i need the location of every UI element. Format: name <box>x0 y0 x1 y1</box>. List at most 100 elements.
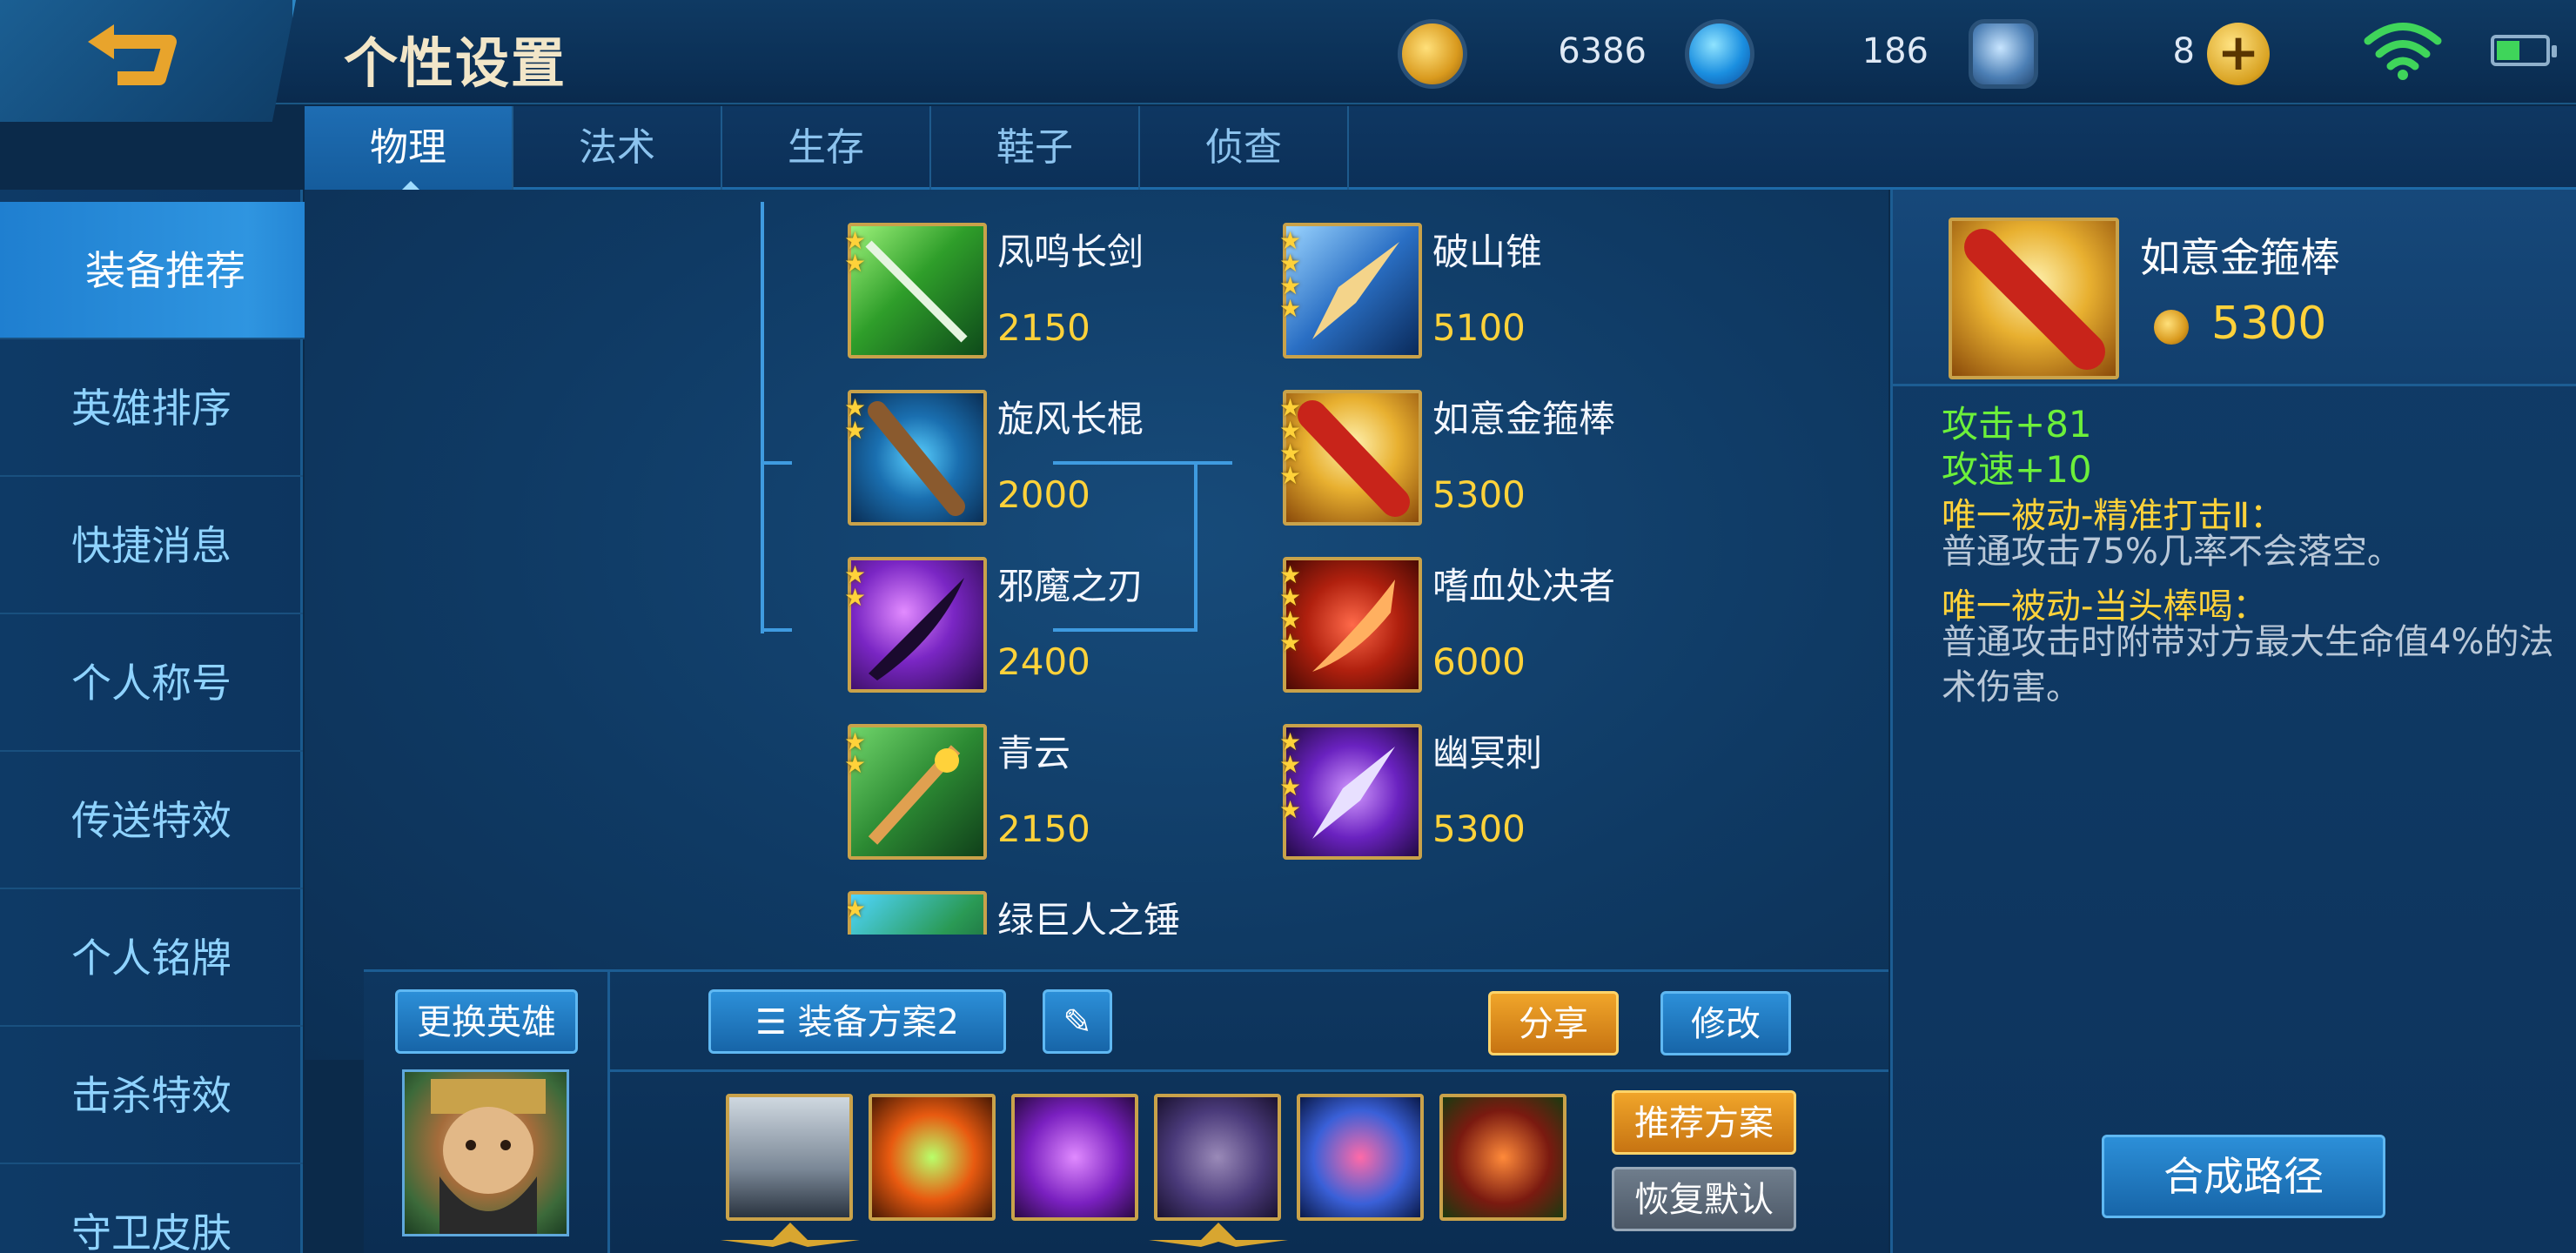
item-card[interactable]: ★ ★ ★ ★ 嗜血处决者 6000 <box>1279 557 1648 696</box>
stat-attack-speed: 攻速+10 <box>1942 448 2092 491</box>
item-name: 破山锥 <box>1432 231 1543 273</box>
item-price: 2150 <box>997 807 1090 850</box>
item-card[interactable]: ★ ★ ★ ★ 破山锥 5100 <box>1279 223 1648 362</box>
voucher-currency: 8 <box>1969 19 2195 89</box>
list-icon: ☰ <box>755 1002 798 1042</box>
sidebar-item-quick-msg[interactable]: 快捷消息 <box>0 477 303 614</box>
star-icon: ★ <box>844 249 867 278</box>
item-name: 绿巨人之锤 <box>997 899 1181 935</box>
star-rating: ★ ★ ★ ★ <box>1279 563 1305 657</box>
sidebar-item-kill-fx[interactable]: 击杀特效 <box>0 1027 303 1164</box>
voucher-amount: 8 <box>2172 31 2195 71</box>
page-title: 个性设置 <box>344 31 567 95</box>
gold-coin-icon <box>1398 19 1467 89</box>
detail-item-price: 5300 <box>2211 298 2327 350</box>
item-card[interactable]: ★ ★ 邪魔之刃 2400 <box>844 557 1213 696</box>
item-card[interactable]: ★ ★ 青云 2150 <box>844 724 1213 863</box>
restore-default-button[interactable]: 恢复默认 <box>1612 1167 1796 1231</box>
item-name: 邪魔之刃 <box>997 565 1144 607</box>
armor-slot-icon[interactable] <box>1154 1094 1281 1221</box>
tab-shoes[interactable]: 鞋子 <box>931 106 1140 190</box>
item-price: 5100 <box>1432 306 1526 349</box>
star-rating: ★ ★ <box>844 563 870 612</box>
item-price: 5300 <box>1432 473 1526 516</box>
item-price: 6000 <box>1432 640 1526 683</box>
diamond-currency: 186 <box>1685 19 1929 89</box>
divider <box>610 1069 1888 1072</box>
build-panel: 更换英雄 ☰ 装备方案2 ✎ 分享 修改 推荐方案 恢复默认 <box>364 969 1888 1253</box>
item-detail-panel: 如意金箍棒 5300 攻击+81 攻速+10 唯一被动-精准打击Ⅱ： 普通攻击7… <box>1890 190 2576 1253</box>
tab-survival[interactable]: 生存 <box>722 106 931 190</box>
upgrade-marker-icon <box>1149 1223 1288 1247</box>
add-currency-button[interactable]: + <box>2207 23 2270 85</box>
sidebar-item-nameplate[interactable]: 个人铭牌 <box>0 889 303 1027</box>
tab-physical[interactable]: 物理 <box>305 106 513 191</box>
voucher-icon <box>1969 19 2038 89</box>
gold-amount: 6386 <box>1558 31 1647 71</box>
category-tabs: 物理 法术 生存 鞋子 侦查 <box>305 106 2576 191</box>
upgrade-marker-icon <box>721 1223 860 1247</box>
item-card[interactable]: ★ ★ 凤鸣长剑 2150 <box>844 223 1213 362</box>
hero-avatar[interactable] <box>402 1069 569 1236</box>
star-icon: ★ <box>1279 294 1302 323</box>
item-card[interactable]: ★ ★ 旋风长棍 2000 <box>844 390 1213 529</box>
star-rating: ★ ★ <box>844 229 870 278</box>
recommend-plan-button[interactable]: 推荐方案 <box>1612 1090 1796 1155</box>
boots-slot-icon[interactable] <box>726 1094 853 1221</box>
star-rating: ★ ★ ★ ★ <box>1279 730 1305 822</box>
equipment-tree-area: ★ ★ 凤鸣长剑 2150 ★ ★ 旋风长棍 2000 ★ ★ 邪魔之刃 2400 ★… <box>305 190 1888 1060</box>
beast-slot-icon[interactable] <box>1297 1094 1424 1221</box>
sidebar-item-teleport-fx[interactable]: 传送特效 <box>0 752 303 889</box>
tree-line <box>761 628 792 632</box>
gold-currency: 6386 <box>1398 19 1647 89</box>
tab-scout[interactable]: 侦查 <box>1140 106 1349 190</box>
sidebar-item-title[interactable]: 个人称号 <box>0 614 303 752</box>
item-name: 旋风长棍 <box>997 398 1144 440</box>
wifi-icon <box>2364 23 2442 80</box>
star-rating: ★ ★ ★ ★ <box>1279 396 1305 490</box>
star-icon: ★ <box>1279 461 1302 490</box>
item-name: 嗜血处决者 <box>1432 565 1616 607</box>
diamond-icon <box>1685 19 1754 89</box>
tab-magic[interactable]: 法术 <box>513 106 722 190</box>
star-rating: ★ ★ <box>844 396 870 445</box>
flame-blade-slot-icon[interactable] <box>869 1094 996 1221</box>
item-price: 2150 <box>997 306 1090 349</box>
sidebar: 装备推荐 英雄排序 快捷消息 个人称号 传送特效 个人铭牌 击杀特效 守卫皮肤 <box>0 190 331 1253</box>
item-price: 2000 <box>997 473 1090 516</box>
back-arrow-icon <box>88 24 177 85</box>
star-icon: ★ <box>844 750 867 779</box>
item-name: 幽冥刺 <box>1432 732 1543 774</box>
claw-slot-icon[interactable] <box>1011 1094 1138 1221</box>
change-hero-button[interactable]: 更换英雄 <box>395 989 578 1054</box>
leaf-slot-icon[interactable] <box>1439 1094 1566 1221</box>
star-icon: ★ <box>848 895 867 923</box>
detail-item-name: 如意金箍棒 <box>2140 234 2340 281</box>
sidebar-item-equipment[interactable]: 装备推荐 <box>0 202 331 339</box>
passive-description: 普通攻击75%几率不会落空。 <box>1942 532 2402 572</box>
edit-plan-button[interactable]: ✎ <box>1043 989 1112 1054</box>
battery-icon <box>2491 35 2557 66</box>
item-card[interactable]: ★ ★ ★ ★ 如意金箍棒 5300 <box>1279 390 1648 529</box>
tree-line <box>761 202 764 633</box>
edit-icon: ✎ <box>1063 1002 1092 1042</box>
top-bar: 个性设置 6386 186 8 + <box>0 0 2576 122</box>
star-icon: ★ <box>1279 628 1302 657</box>
item-name: 凤鸣长剑 <box>997 231 1144 273</box>
back-button[interactable] <box>0 0 296 122</box>
item-price: 5300 <box>1432 807 1526 850</box>
star-icon: ★ <box>844 416 867 445</box>
star-rating: ★ ★ ★ ★ <box>1279 229 1305 323</box>
sidebar-item-ward-skin[interactable]: 守卫皮肤 <box>0 1164 303 1253</box>
modify-button[interactable]: 修改 <box>1660 991 1791 1055</box>
item-card[interactable]: ★ 绿巨人之锤 <box>848 891 1213 935</box>
star-icon: ★ <box>844 583 867 612</box>
build-plan-selector[interactable]: ☰ 装备方案2 <box>708 989 1006 1054</box>
star-rating: ★ <box>848 895 870 923</box>
compose-path-button[interactable]: 合成路径 <box>2102 1135 2385 1218</box>
item-card[interactable]: ★ ★ ★ ★ 幽冥刺 5300 <box>1279 724 1648 863</box>
sidebar-item-hero-sort[interactable]: 英雄排序 <box>0 339 303 477</box>
diamond-amount: 186 <box>1862 31 1929 71</box>
share-button[interactable]: 分享 <box>1488 991 1619 1055</box>
build-plan-label: 装备方案2 <box>797 1002 960 1042</box>
